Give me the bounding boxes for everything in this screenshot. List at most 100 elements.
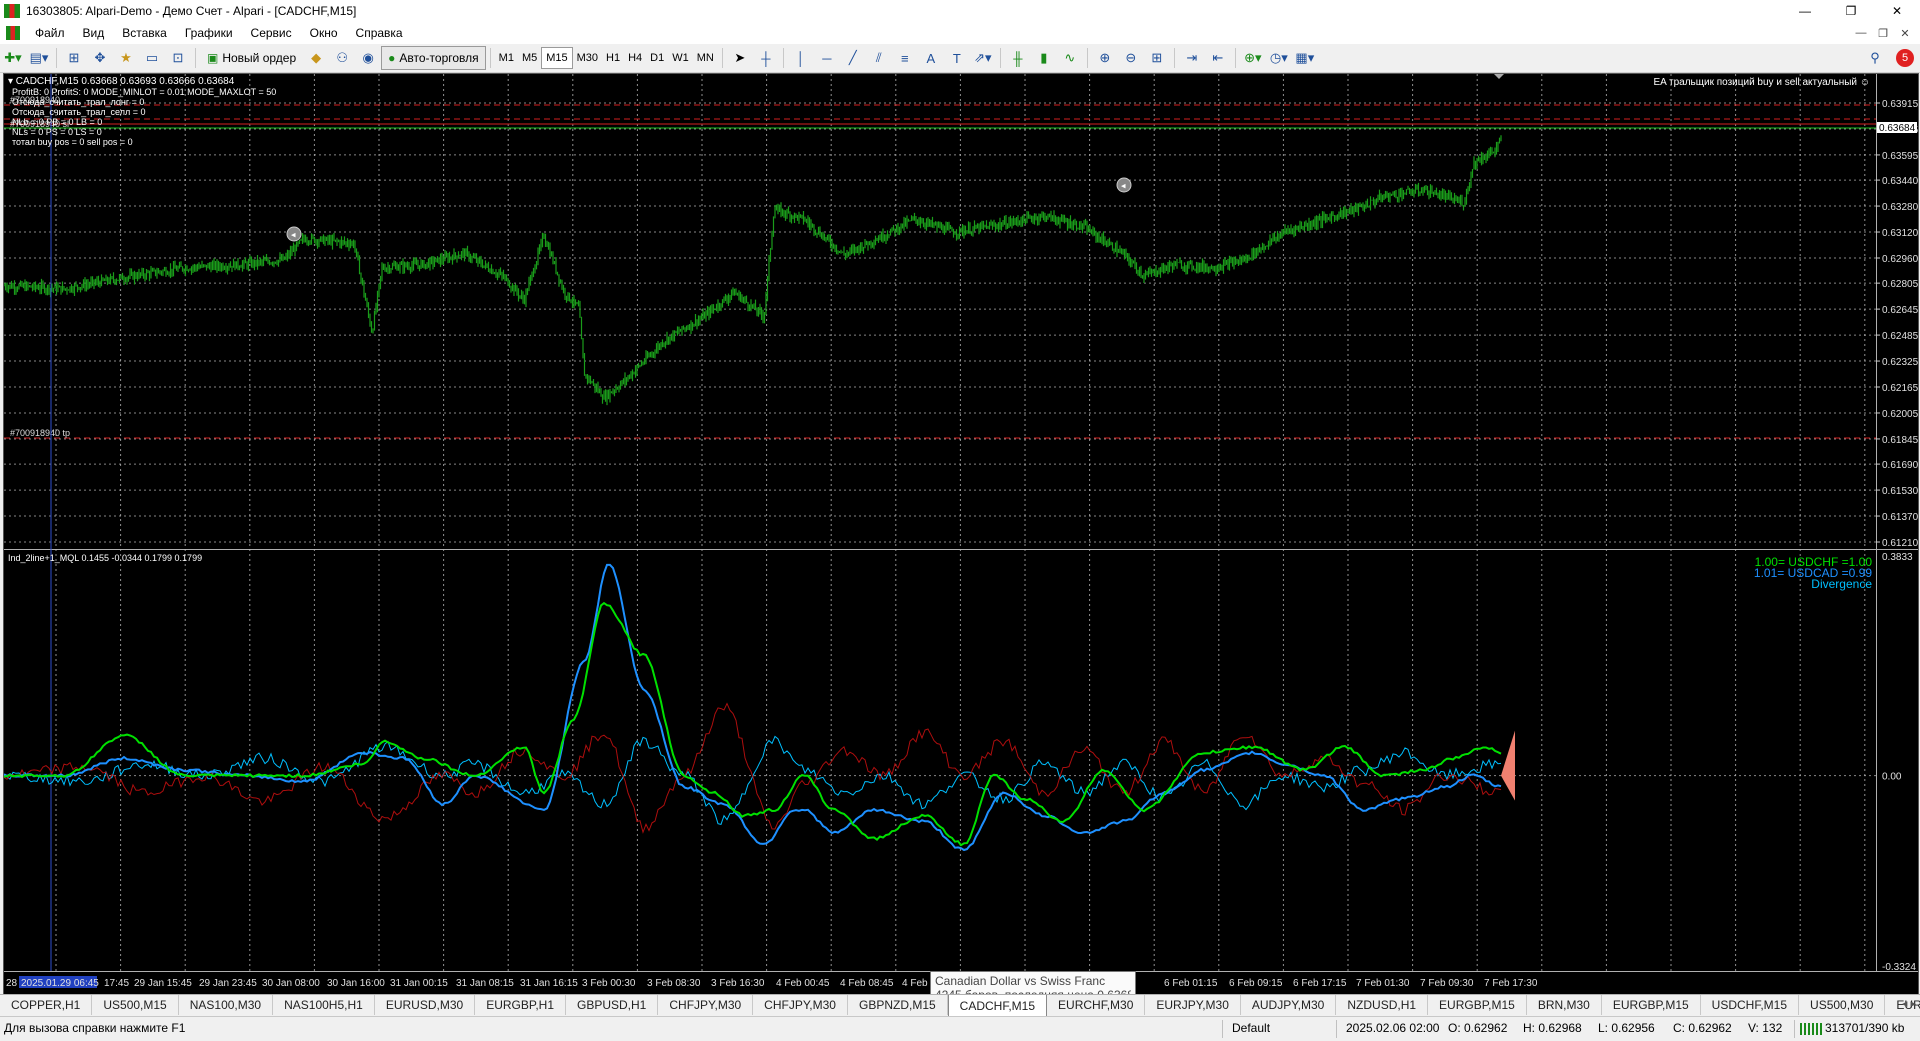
trendline-icon[interactable]: ╱	[842, 47, 864, 69]
toolbar-separator	[195, 48, 196, 68]
status-profile[interactable]: Default	[1232, 1021, 1270, 1035]
chart-tab-10[interactable]: CADCHF,M15	[947, 995, 1048, 1017]
close-button[interactable]: ✕	[1874, 0, 1920, 22]
fibo-icon[interactable]: ≡	[894, 47, 916, 69]
chart-tab-14[interactable]: NZDUSD,H1	[1336, 995, 1429, 1015]
chart-tab-16[interactable]: BRN,M30	[1527, 995, 1602, 1015]
period-mn[interactable]: MN	[693, 48, 718, 68]
autotrading-button[interactable]: ● Авто-торговля	[381, 46, 486, 70]
bar-chart-icon[interactable]: ╫	[1007, 47, 1029, 69]
tile-windows-icon[interactable]: ⊞	[1146, 47, 1168, 69]
autoscroll-icon[interactable]: ⇥	[1181, 47, 1203, 69]
menu-help[interactable]: Справка	[347, 26, 412, 40]
chart-tab-12[interactable]: EURJPY,M30	[1145, 995, 1241, 1015]
candlestick-icon[interactable]: ▮	[1033, 47, 1055, 69]
chart-shift-icon[interactable]: ⇤	[1207, 47, 1229, 69]
vertical-line-icon[interactable]: │	[790, 47, 812, 69]
periods-icon[interactable]: ◷▾	[1268, 47, 1290, 69]
period-h1[interactable]: H1	[602, 48, 624, 68]
navigator-icon[interactable]: ★	[115, 47, 137, 69]
menu-tools[interactable]: Сервис	[242, 26, 301, 40]
notifications-badge[interactable]: 5	[1896, 49, 1914, 67]
period-m5[interactable]: M5	[518, 48, 541, 68]
chart-tab-15[interactable]: EURGBP,M15	[1428, 995, 1527, 1015]
chart-tab-19[interactable]: US500,M30	[1799, 995, 1886, 1015]
menu-window[interactable]: Окно	[301, 26, 347, 40]
text-icon[interactable]: A	[920, 47, 942, 69]
chart-canvas[interactable]: 0.639150.637550.635950.634400.632800.631…	[4, 74, 1918, 994]
mdi-close-button[interactable]: ✕	[1894, 22, 1916, 44]
period-d1[interactable]: D1	[646, 48, 668, 68]
templates-icon[interactable]: ▦▾	[1294, 47, 1316, 69]
new-order-button[interactable]: ▣ Новый ордер	[200, 46, 303, 70]
deal-marker-glyph: ◂	[1121, 181, 1126, 191]
period-m1[interactable]: M1	[495, 48, 518, 68]
status-low: L: 0.62956	[1598, 1021, 1655, 1035]
community-icon[interactable]: ◉	[357, 47, 379, 69]
strategy-tester-icon[interactable]: ⊡	[167, 47, 189, 69]
horizontal-line-icon[interactable]: ─	[816, 47, 838, 69]
new-order-icon: ▣	[207, 51, 219, 65]
terminal-icon[interactable]: ▭	[141, 47, 163, 69]
price-tick-label: 0.63440	[1882, 176, 1918, 187]
chart-tab-17[interactable]: EURGBP,M15	[1602, 995, 1701, 1015]
indicators-icon[interactable]: ⊕▾	[1242, 47, 1264, 69]
profiles-icon[interactable]: ▤▾	[28, 47, 50, 69]
chart-tab-2[interactable]: NAS100,M30	[179, 995, 274, 1015]
chart-tab-5[interactable]: EURGBP,H1	[475, 995, 566, 1015]
chart-tab-0[interactable]: COPPER,H1	[0, 995, 93, 1015]
period-m15[interactable]: M15	[541, 47, 573, 69]
channel-icon[interactable]: ⫽	[868, 47, 890, 69]
price-tick-label: 0.61845	[1882, 435, 1918, 446]
restore-button[interactable]: ❐	[1828, 0, 1874, 22]
menu-charts[interactable]: Графики	[176, 26, 242, 40]
chart-tab-1[interactable]: US500,M15	[92, 995, 179, 1015]
text-label-icon[interactable]: T	[946, 47, 968, 69]
chart-tab-6[interactable]: GBPUSD,H1	[566, 995, 659, 1015]
chart-tab-4[interactable]: EURUSD,M30	[375, 995, 476, 1015]
menu-view[interactable]: Вид	[74, 26, 114, 40]
autotrading-label: Авто-торговля	[399, 51, 479, 65]
chart-window-icon[interactable]	[6, 26, 20, 40]
time-label: 29 Jan 23:45	[199, 978, 257, 989]
chart-tab-9[interactable]: GBPNZD,M15	[848, 995, 948, 1015]
time-label: 31 Jan 16:15	[520, 978, 578, 989]
time-label: 30 Jan 16:00	[327, 978, 385, 989]
line-chart-icon[interactable]: ∿	[1059, 47, 1081, 69]
menu-file[interactable]: Файл	[26, 26, 74, 40]
search-icon[interactable]: ⚲	[1864, 47, 1886, 69]
arrows-icon[interactable]: ⇗▾	[972, 47, 994, 69]
metaeditor-icon[interactable]: ◆	[305, 47, 327, 69]
period-h4[interactable]: H4	[624, 48, 646, 68]
tab-scroll-arrows[interactable]: ◂ ▸	[1902, 997, 1916, 1010]
zoom-out-icon[interactable]: ⊖	[1120, 47, 1142, 69]
menu-insert[interactable]: Вставка	[113, 26, 176, 40]
mdi-minimize-button[interactable]: —	[1850, 22, 1872, 44]
chart-tab-8[interactable]: CHFJPY,M30	[753, 995, 848, 1015]
chart-tab-7[interactable]: CHFJPY,M30	[658, 995, 754, 1015]
cursor-icon[interactable]: ➤	[729, 47, 751, 69]
chart-window[interactable]: 0.639150.637550.635950.634400.632800.631…	[3, 73, 1919, 995]
status-divider	[1794, 1020, 1795, 1038]
chart-tab-18[interactable]: USDCHF,M15	[1701, 995, 1800, 1015]
mdi-restore-button[interactable]: ❐	[1872, 22, 1894, 44]
data-window-icon[interactable]: ✥	[89, 47, 111, 69]
price-tick-label: 0.61530	[1882, 486, 1918, 497]
status-datetime: 2025.02.06 02:00	[1346, 1021, 1440, 1035]
period-w1[interactable]: W1	[668, 48, 693, 68]
zoom-in-icon[interactable]: ⊕	[1094, 47, 1116, 69]
chart-tab-3[interactable]: NAS100H5,H1	[273, 995, 375, 1015]
market-watch-icon[interactable]: ⊞	[63, 47, 85, 69]
chart-tab-13[interactable]: AUDJPY,M30	[1241, 995, 1337, 1015]
crosshair-icon[interactable]: ┼	[755, 47, 777, 69]
signals-icon[interactable]: ⚇	[331, 47, 353, 69]
price-tick-label: 0.62325	[1882, 357, 1918, 368]
toolbar: ✚▾ ▤▾ ⊞ ✥ ★ ▭ ⊡ ▣ Новый ордер ◆ ⚇ ◉ ● Авто…	[0, 44, 1920, 73]
window-controls: — ❐ ✕	[1782, 0, 1920, 22]
price-tick-label: 0.61690	[1882, 460, 1918, 471]
indicator-tick-label: 0.00	[1882, 772, 1902, 783]
minimize-button[interactable]: —	[1782, 0, 1828, 22]
new-chart-icon[interactable]: ✚▾	[2, 47, 24, 69]
chart-tab-11[interactable]: EURCHF,M30	[1047, 995, 1146, 1015]
period-m30[interactable]: M30	[573, 48, 602, 68]
